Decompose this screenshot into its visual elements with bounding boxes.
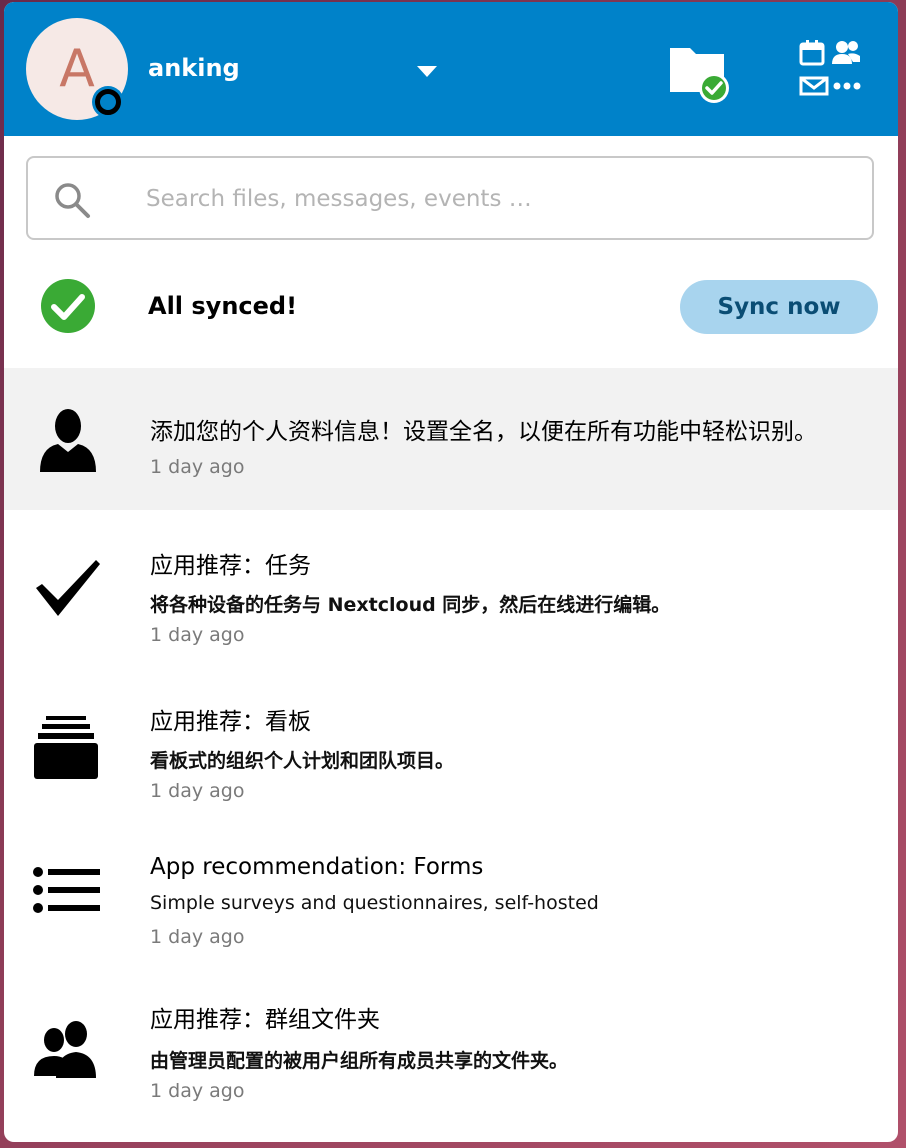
- activity-time: 1 day ago: [150, 456, 245, 478]
- activity-title: 添加您的个人资料信息！设置全名，以便在所有功能中轻松识别。: [150, 419, 817, 445]
- activity-description: Simple surveys and questionnaires, self-…: [150, 892, 599, 914]
- chevron-down-icon[interactable]: [416, 64, 438, 78]
- activity-title: App recommendation: Forms: [150, 854, 484, 880]
- activity-time: 1 day ago: [150, 624, 245, 646]
- checkmark-icon: [36, 560, 100, 616]
- activity-description: 看板式的组织个人计划和团队项目。: [150, 750, 455, 772]
- deck-cards-icon: [34, 716, 98, 779]
- activity-item[interactable]: 应用推荐：群组文件夹 由管理员配置的被用户组所有成员共享的文件夹。 1 day …: [4, 968, 898, 1142]
- list-icon: [33, 867, 100, 913]
- apps-menu-icon[interactable]: [798, 38, 864, 100]
- user-profile-icon: [40, 409, 96, 472]
- sync-ok-icon: [41, 279, 95, 333]
- header-bar: A anking: [4, 2, 898, 136]
- activity-title: 应用推荐：看板: [150, 709, 311, 735]
- activity-time: 1 day ago: [150, 926, 245, 948]
- search-input[interactable]: [144, 178, 848, 220]
- search-box[interactable]: [26, 156, 874, 240]
- activity-description: 由管理员配置的被用户组所有成员共享的文件夹。: [150, 1050, 569, 1072]
- account-name[interactable]: anking: [148, 54, 240, 82]
- activity-time: 1 day ago: [150, 780, 245, 802]
- activity-time: 1 day ago: [150, 1080, 245, 1102]
- activity-item[interactable]: 应用推荐：看板 看板式的组织个人计划和团队项目。 1 day ago: [4, 666, 898, 822]
- activity-item[interactable]: 添加您的个人资料信息！设置全名，以便在所有功能中轻松识别。 1 day ago: [4, 368, 898, 510]
- online-status-icon: [92, 86, 124, 118]
- activity-title: 应用推荐：任务: [150, 553, 311, 579]
- open-local-folder-icon[interactable]: [666, 42, 730, 104]
- sync-status-text: All synced!: [148, 292, 298, 320]
- group-folder-icon: [34, 1021, 96, 1078]
- activity-item[interactable]: App recommendation: Forms Simple surveys…: [4, 822, 898, 968]
- nextcloud-tray-window: A anking Search files, messages, events …: [4, 2, 898, 1142]
- activity-description: 将各种设备的任务与 Nextcloud 同步，然后在线进行编辑。: [150, 594, 671, 616]
- search-icon: [55, 183, 90, 218]
- sync-status-row: All synced! Sync now: [4, 260, 898, 360]
- avatar-initial: A: [59, 39, 95, 99]
- sync-now-button[interactable]: Sync now: [680, 280, 878, 334]
- activity-item[interactable]: 应用推荐：任务 将各种设备的任务与 Nextcloud 同步，然后在线进行编辑。…: [4, 510, 898, 666]
- activity-title: 应用推荐：群组文件夹: [150, 1007, 380, 1033]
